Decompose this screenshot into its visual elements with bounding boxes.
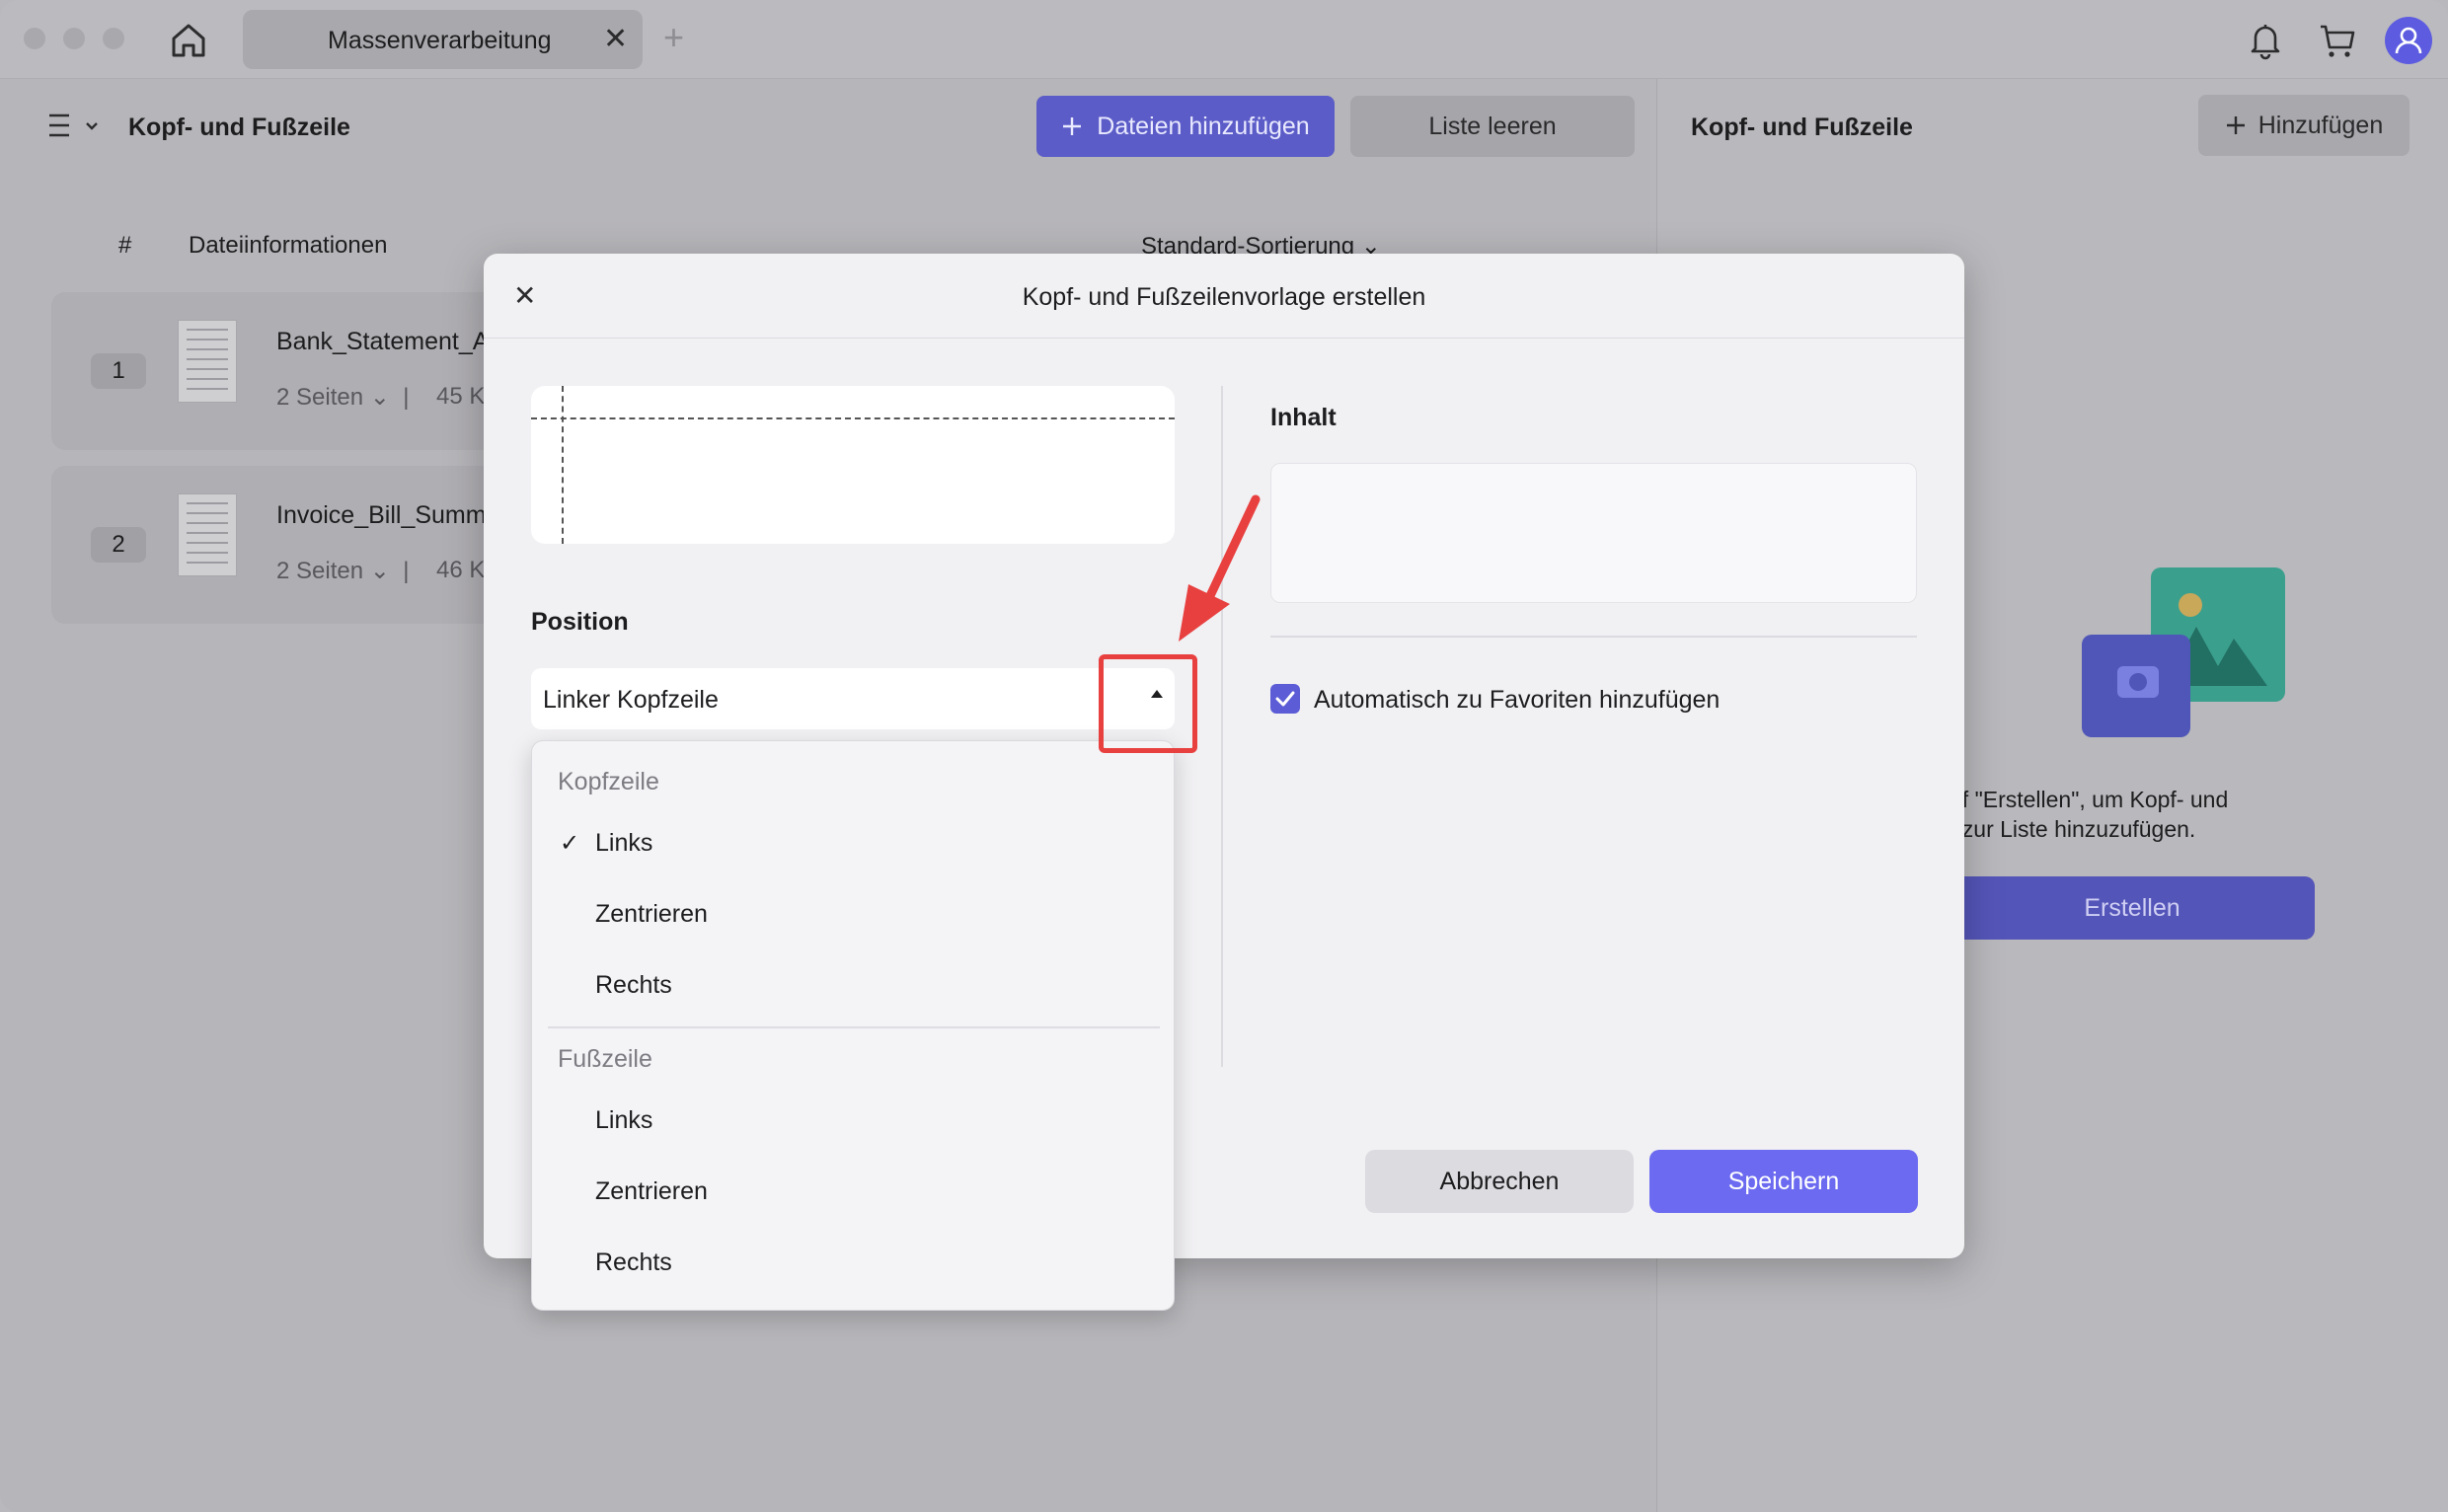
dropdown-item-header-left[interactable]: Links — [595, 829, 652, 858]
home-icon[interactable] — [168, 20, 209, 61]
cancel-label: Abbrechen — [1439, 1167, 1560, 1195]
add-template-label: Hinzufügen — [2257, 111, 2384, 139]
tab-title: Massenverarbeitung — [328, 27, 552, 54]
plus-icon — [1063, 117, 1082, 135]
dropdown-item-header-center[interactable]: Zentrieren — [595, 900, 708, 929]
file-name: Invoice_Bill_Summ — [276, 501, 487, 529]
bell-icon[interactable] — [2243, 18, 2288, 63]
page-count-dropdown[interactable]: 2 Seiten ⌄ | — [276, 557, 409, 585]
panel-title: Kopf- und Fußzeile — [128, 113, 350, 141]
menu-icon[interactable] — [47, 113, 103, 145]
save-label: Speichern — [1727, 1167, 1840, 1195]
tab-massenverarbeitung[interactable]: Massenverarbeitung ✕ — [243, 10, 643, 69]
empty-state-text: uf "Erstellen", um Kopf- und ı zur Liste… — [1950, 785, 2364, 844]
app-window: Massenverarbeitung ✕ + Kopf- und Fußzeil… — [0, 0, 2448, 1512]
file-size: 45 K — [436, 383, 486, 410]
cancel-button[interactable]: Abbrechen — [1365, 1150, 1634, 1213]
favorite-checkbox[interactable] — [1270, 684, 1300, 714]
column-divider — [1221, 386, 1223, 1067]
titlebar: Massenverarbeitung ✕ + — [0, 0, 2448, 79]
favorite-label: Automatisch zu Favoriten hinzufügen — [1314, 686, 1721, 714]
content-textarea[interactable] — [1270, 463, 1917, 603]
window-minimize-dot[interactable] — [63, 28, 85, 49]
file-thumbnail — [178, 320, 237, 403]
dropdown-group-footer: Fußzeile — [558, 1045, 652, 1073]
add-files-label: Dateien hinzufügen — [1097, 112, 1310, 140]
position-label: Position — [531, 608, 629, 636]
window-close-dot[interactable] — [24, 28, 45, 49]
column-header-info: Dateiinformationen — [189, 232, 388, 259]
column-header-number: # — [118, 232, 132, 259]
new-tab-icon[interactable]: + — [663, 18, 684, 57]
dialog-header: ✕ Kopf- und Fußzeilenvorlage erstellen — [484, 254, 1964, 339]
position-select[interactable]: Linker Kopfzeile — [531, 668, 1175, 729]
page-count: 2 Seiten — [276, 558, 364, 584]
file-size: 46 K — [436, 557, 486, 583]
dropdown-item-footer-center[interactable]: Zentrieren — [595, 1177, 708, 1206]
check-icon: ✓ — [560, 830, 580, 857]
dropdown-item-footer-left[interactable]: Links — [595, 1106, 652, 1135]
panel-title: Kopf- und Fußzeile — [1691, 113, 1913, 141]
dropdown-group-header: Kopfzeile — [558, 768, 659, 795]
empty-state-line1: uf "Erstellen", um Kopf- und — [1950, 787, 2229, 812]
cart-icon[interactable] — [2315, 18, 2360, 63]
dropdown-separator — [548, 1026, 1160, 1028]
margin-guide-line — [562, 386, 564, 544]
header-guide-line — [531, 417, 1175, 419]
clear-list-button[interactable]: Liste leeren — [1350, 96, 1635, 157]
save-button[interactable]: Speichern — [1649, 1150, 1918, 1213]
dropdown-item-footer-right[interactable]: Rechts — [595, 1248, 672, 1277]
window-zoom-dot[interactable] — [103, 28, 124, 49]
annotation-arrow-icon — [1179, 494, 1261, 642]
content-label: Inhalt — [1270, 404, 1337, 431]
page-count: 2 Seiten — [276, 384, 364, 411]
annotation-highlight-box — [1099, 654, 1197, 753]
position-select-value: Linker Kopfzeile — [543, 686, 719, 714]
file-name: Bank_Statement_A — [276, 328, 490, 355]
position-dropdown-menu: Kopfzeile ✓ Links Zentrieren Rechts Fußz… — [531, 740, 1175, 1311]
layout-preview — [531, 386, 1175, 544]
file-thumbnail — [178, 493, 237, 576]
dialog-title: Kopf- und Fußzeilenvorlage erstellen — [1022, 283, 1426, 311]
create-label: Erstellen — [2084, 893, 2180, 922]
add-files-button[interactable]: Dateien hinzufügen — [1036, 96, 1335, 157]
clear-list-label: Liste leeren — [1428, 112, 1557, 140]
section-divider — [1270, 636, 1917, 638]
empty-state-line2: ı zur Liste hinzuzufügen. — [1950, 816, 2196, 842]
empty-state-illustration — [2082, 567, 2285, 737]
create-button[interactable]: Erstellen — [1950, 876, 2315, 940]
dropdown-item-header-right[interactable]: Rechts — [595, 971, 672, 1000]
user-icon[interactable] — [2385, 17, 2432, 64]
page-count-dropdown[interactable]: 2 Seiten ⌄ | — [276, 383, 409, 412]
row-number: 2 — [91, 527, 146, 563]
tab-close-icon[interactable]: ✕ — [603, 22, 628, 56]
plus-icon — [2226, 116, 2245, 134]
check-icon — [1275, 691, 1295, 707]
add-template-button[interactable]: Hinzufügen — [2198, 95, 2410, 156]
row-number: 1 — [91, 353, 146, 389]
